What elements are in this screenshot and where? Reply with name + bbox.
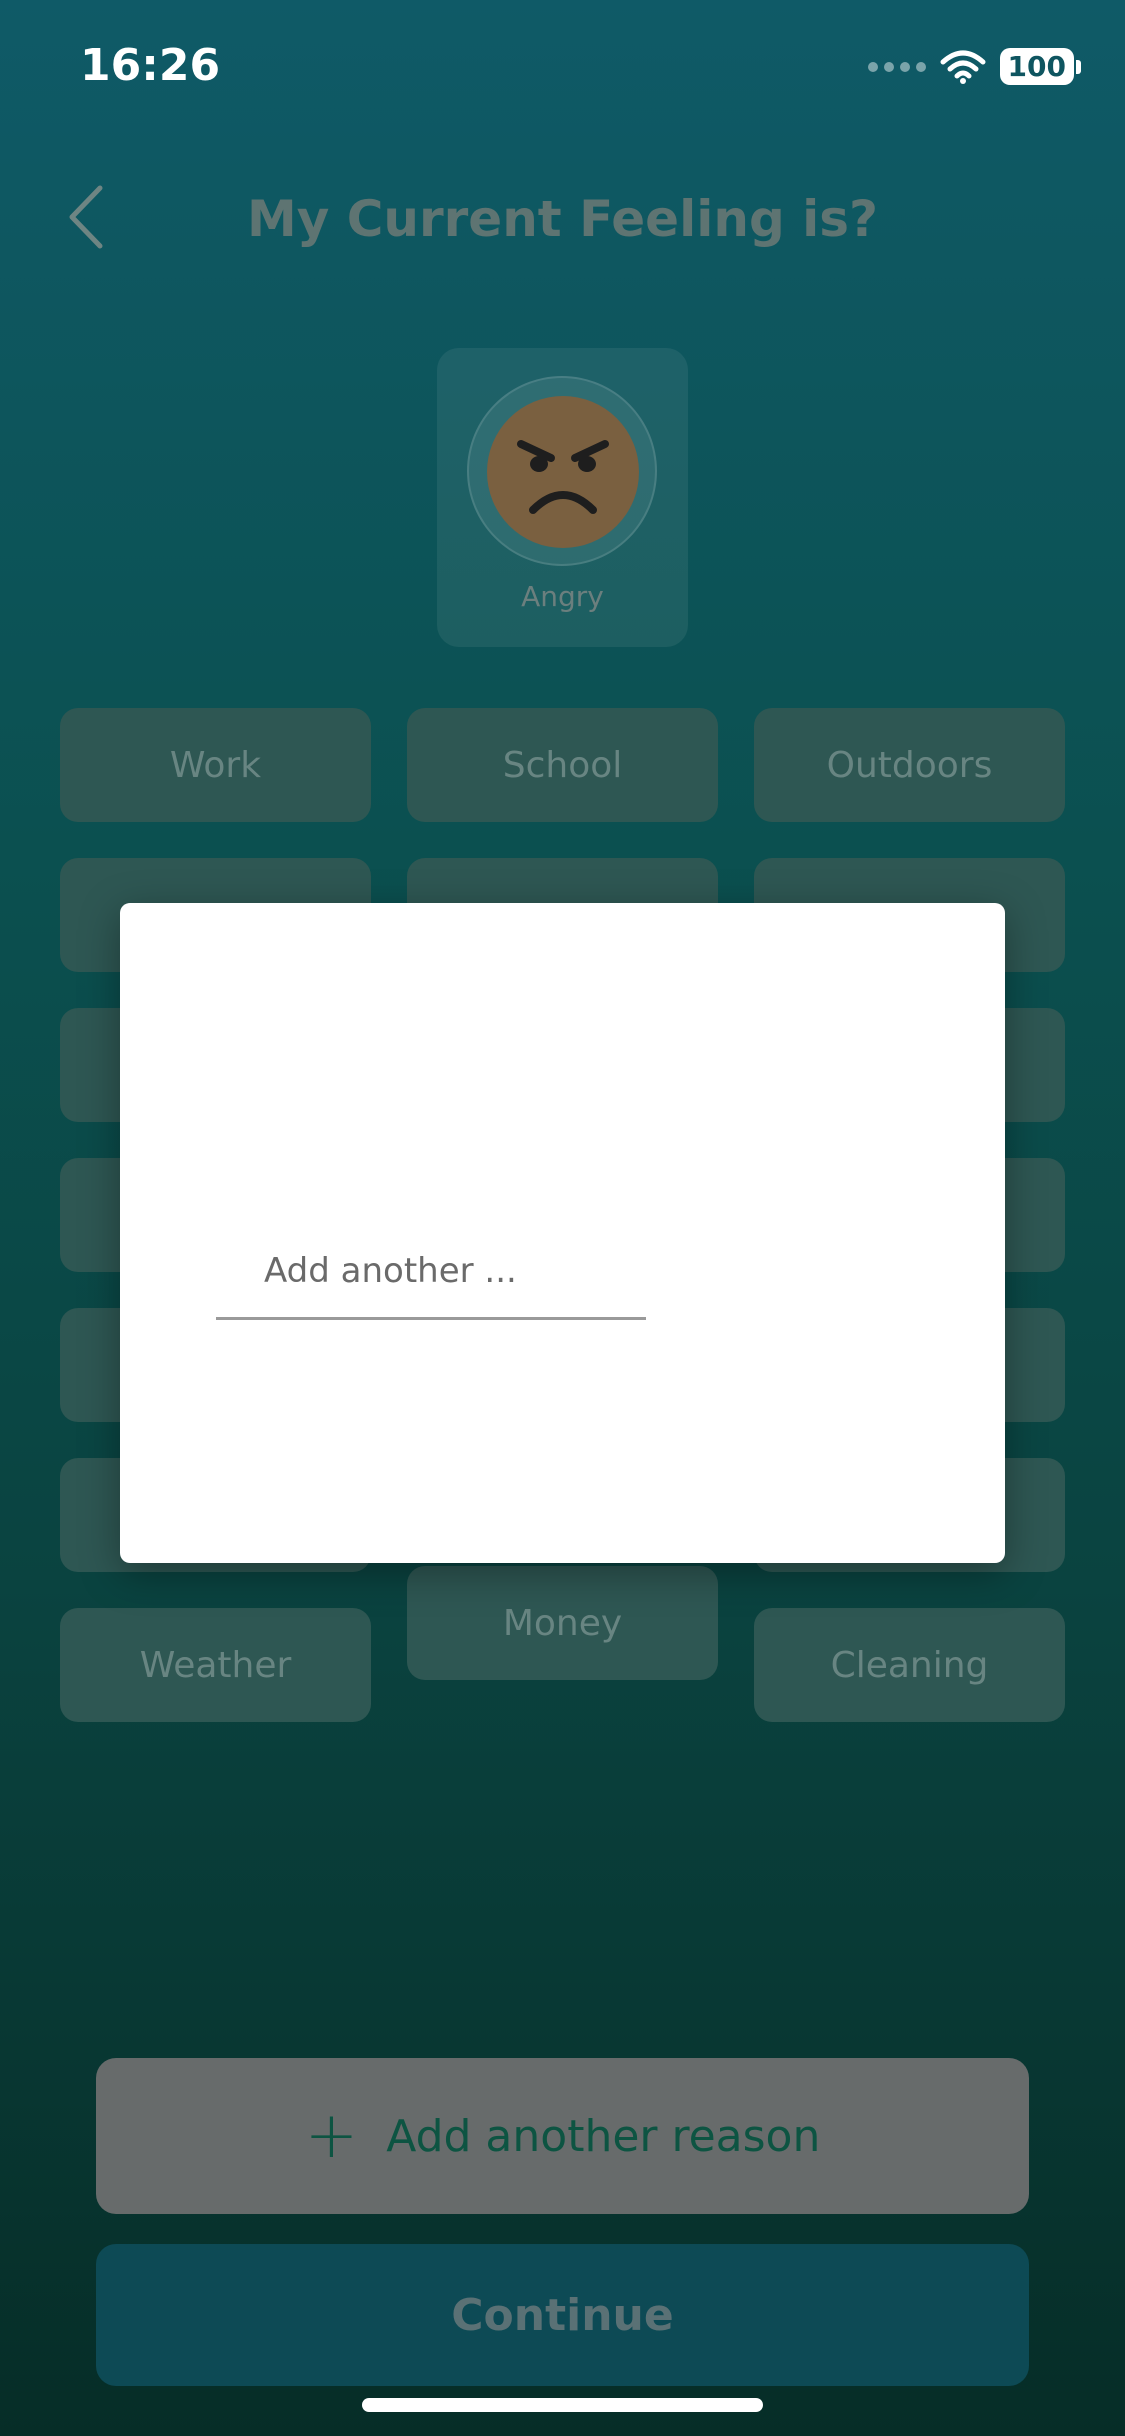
battery-level: 100 (999, 48, 1074, 85)
reason-chip-work[interactable]: Work (60, 708, 371, 822)
wifi-icon (940, 50, 986, 84)
mood-label: Angry (521, 580, 604, 613)
reason-chip-cleaning[interactable]: Cleaning (754, 1608, 1065, 1722)
add-reason-dialog (120, 903, 1005, 1563)
header: My Current Feeling is? (0, 160, 1125, 270)
selected-mood-card[interactable]: Angry (437, 348, 688, 647)
mood-ring (467, 376, 657, 566)
add-reason-input[interactable] (216, 1221, 646, 1321)
reason-chip-weather[interactable]: Weather (60, 1608, 371, 1722)
input-underline (216, 1317, 646, 1320)
status-bar: 16:26 100 (0, 0, 1125, 130)
status-icons: 100 (867, 48, 1081, 85)
add-another-reason-button[interactable]: + Add another reason (96, 2058, 1029, 2214)
reason-chip-outdoors[interactable]: Outdoors (754, 708, 1065, 822)
angry-face-icon (487, 396, 639, 548)
page-title: My Current Feeling is? (246, 190, 879, 248)
battery-icon: 100 (999, 48, 1081, 85)
cellular-dots-icon (867, 61, 926, 72)
status-time: 16:26 (80, 40, 221, 91)
reason-chip-money[interactable]: Money (407, 1566, 718, 1680)
home-indicator[interactable] (362, 2398, 763, 2412)
continue-button[interactable]: Continue (96, 2244, 1029, 2386)
reason-chip-school[interactable]: School (407, 708, 718, 822)
add-another-reason-label: Add another reason (386, 2110, 821, 2162)
plus-icon: + (304, 2099, 359, 2173)
